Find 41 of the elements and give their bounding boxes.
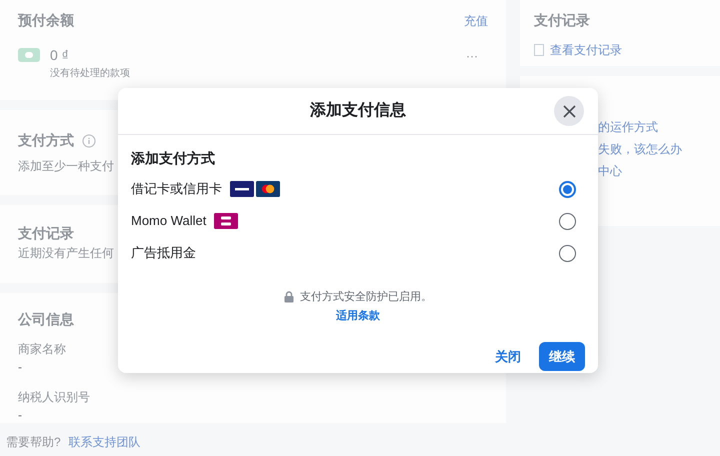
close-button[interactable] xyxy=(554,96,584,126)
option-label: 广告抵用金 xyxy=(131,244,196,262)
field-value: - xyxy=(18,407,22,424)
history-link[interactable]: 查看支付记录 xyxy=(550,41,622,59)
option-label: 借记卡或信用卡 xyxy=(131,180,222,198)
balance-note: 没有待处理的款项 xyxy=(50,66,130,81)
radio-button[interactable] xyxy=(559,180,576,198)
top-up-link[interactable]: 充值 xyxy=(464,12,488,30)
close-text-button[interactable]: 关闭 xyxy=(491,342,525,371)
continue-button[interactable]: 继续 xyxy=(539,342,585,371)
card-description: 添加至少一种支付 xyxy=(18,158,114,175)
document-icon xyxy=(534,44,544,56)
security-note: 支付方式安全防护已启用。 xyxy=(300,290,432,305)
circles-logo-icon xyxy=(256,181,280,197)
card-title: 支付方式 xyxy=(18,131,74,150)
lock-icon xyxy=(284,291,294,304)
card-title: 支付记录 xyxy=(534,11,590,30)
more-icon[interactable]: ··· xyxy=(466,47,478,65)
option-label: Momo Wallet xyxy=(131,212,206,230)
field-value: - xyxy=(18,359,22,376)
close-icon xyxy=(562,104,576,118)
card-description: 近期没有产生任何 xyxy=(18,245,114,262)
section-title: 添加支付方式 xyxy=(131,149,215,168)
terms-link[interactable]: 适用条款 xyxy=(336,308,380,324)
radio-button[interactable] xyxy=(559,244,576,262)
support-link[interactable]: 联系支持团队 xyxy=(68,433,141,451)
card-title: 公司信息 xyxy=(18,310,74,329)
help-text: 失败，该怎么办 xyxy=(598,141,682,158)
dialog-title: 添加支付信息 xyxy=(310,100,406,121)
wallet-icon xyxy=(18,48,40,62)
field-label: 纳税人识别号 xyxy=(18,389,90,406)
card-title: 预付余额 xyxy=(18,11,74,30)
help-text: 需要帮助? xyxy=(6,434,61,451)
wallet-logo-icon xyxy=(214,213,238,229)
radio-button[interactable] xyxy=(559,212,576,230)
balance-amount: 0 ₫ xyxy=(50,46,70,65)
help-text: 的运作方式 xyxy=(598,119,658,136)
card-logo-icon xyxy=(230,181,254,197)
field-label: 商家名称 xyxy=(18,341,66,358)
card-title: 支付记录 xyxy=(18,224,74,243)
help-text: 中心 xyxy=(598,163,622,180)
